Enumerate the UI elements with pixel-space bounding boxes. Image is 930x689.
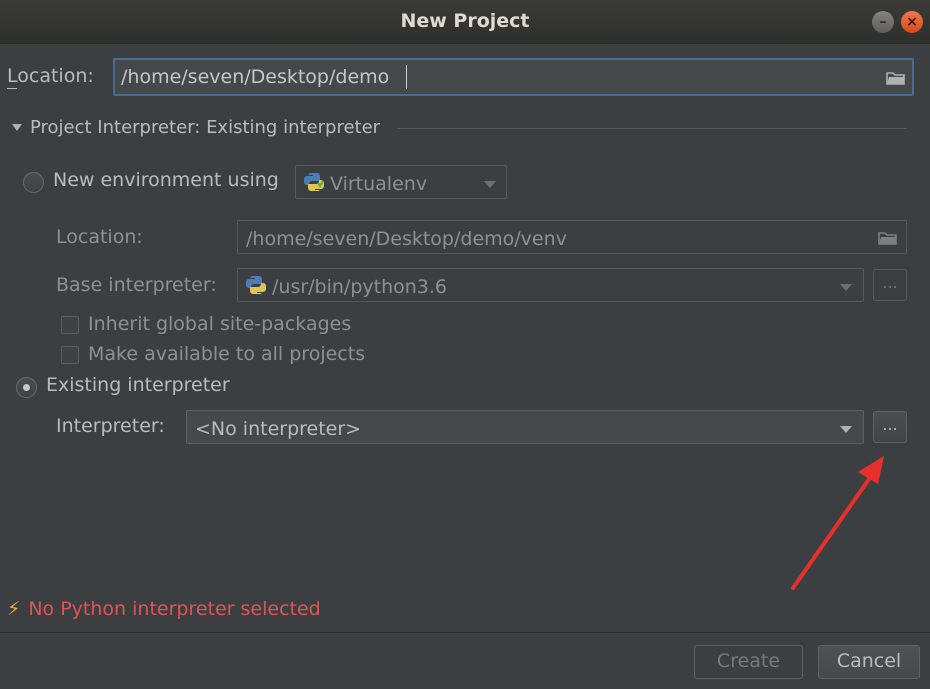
inherit-packages-label[interactable]: Inherit global site-packages — [88, 313, 351, 335]
close-icon: × — [906, 14, 918, 30]
location-field[interactable] — [113, 58, 914, 96]
inherit-packages-checkbox[interactable] — [61, 316, 79, 334]
title-bar: New Project – × — [0, 0, 930, 44]
python-icon — [246, 275, 266, 295]
interpreter-select[interactable]: <No interpreter> — [186, 410, 864, 444]
interpreter-browse-button[interactable]: ... — [873, 411, 907, 443]
window-title: New Project — [400, 10, 530, 32]
folder-icon[interactable] — [886, 71, 906, 85]
minimize-icon: – — [879, 14, 887, 30]
error-message: ⚡ No Python interpreter selected — [7, 598, 321, 620]
section-divider — [397, 128, 907, 129]
interpreter-value: <No interpreter> — [195, 418, 362, 440]
text-caret — [406, 65, 407, 89]
venv-location-field[interactable]: /home/seven/Desktop/demo/venv — [237, 220, 907, 254]
existing-interpreter-label[interactable]: Existing interpreter — [46, 374, 230, 396]
lightning-icon: ⚡ — [7, 598, 21, 620]
interpreter-label: Interpreter: — [56, 415, 165, 437]
cancel-button[interactable]: Cancel — [818, 645, 920, 679]
base-interpreter-value: /usr/bin/python3.6 — [272, 276, 448, 298]
chevron-down-icon — [840, 284, 852, 291]
error-text: No Python interpreter selected — [28, 598, 321, 620]
base-interpreter-select[interactable]: /usr/bin/python3.6 — [237, 268, 864, 302]
make-available-label[interactable]: Make available to all projects — [88, 343, 365, 365]
make-available-checkbox[interactable] — [61, 346, 79, 364]
venv-location-label: Location: — [56, 226, 143, 248]
chevron-down-icon — [484, 181, 496, 188]
python-icon — [304, 172, 324, 192]
minimize-button[interactable]: – — [872, 11, 894, 33]
base-interpreter-label: Base interpreter: — [56, 274, 217, 296]
environment-tool-value: Virtualenv — [330, 173, 428, 195]
chevron-down-icon — [840, 426, 852, 433]
interpreter-section-header[interactable]: Project Interpreter: Existing interprete… — [30, 117, 380, 138]
location-label: Location: — [7, 65, 94, 87]
new-environment-radio[interactable] — [23, 172, 44, 193]
new-environment-label[interactable]: New environment using — [53, 169, 279, 191]
close-button[interactable]: × — [901, 11, 923, 33]
venv-location-value: /home/seven/Desktop/demo/venv — [246, 228, 567, 250]
location-input[interactable] — [121, 60, 881, 94]
existing-interpreter-radio[interactable] — [16, 377, 37, 398]
folder-icon[interactable] — [878, 231, 898, 245]
create-button[interactable]: Create — [694, 645, 803, 679]
footer-divider — [0, 632, 930, 633]
base-interpreter-browse-button[interactable]: ... — [873, 269, 907, 301]
collapse-triangle-icon[interactable] — [12, 124, 22, 132]
environment-tool-select[interactable]: Virtualenv — [295, 165, 507, 199]
mnemonic-underline — [7, 88, 17, 89]
